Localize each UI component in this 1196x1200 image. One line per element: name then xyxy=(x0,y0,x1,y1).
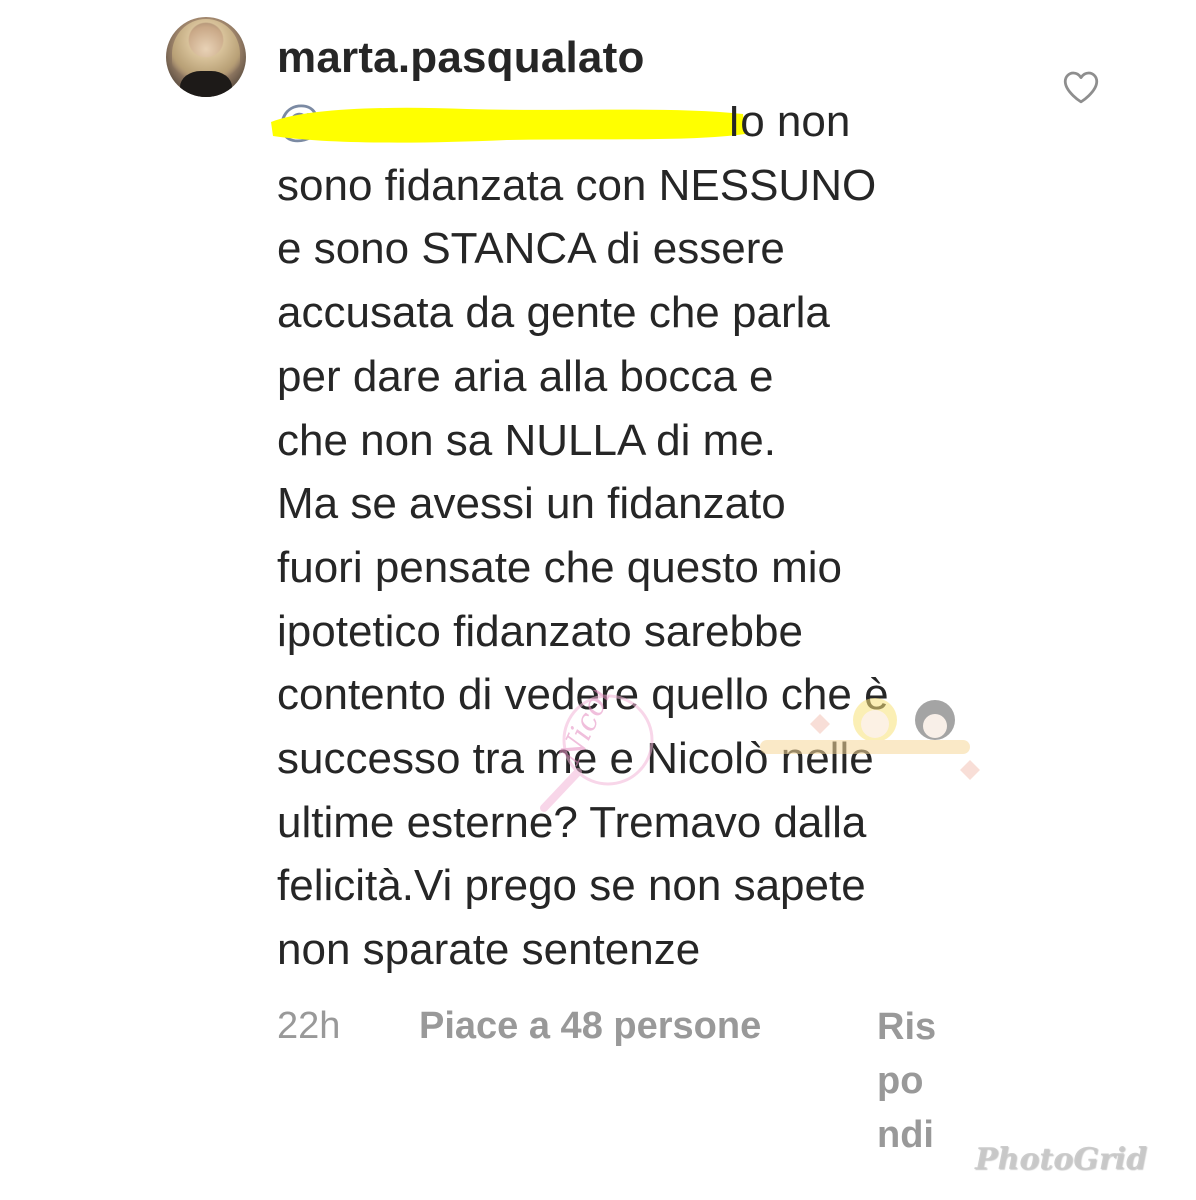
photogrid-watermark: PhotoGrid xyxy=(975,1142,1148,1177)
redaction-highlight xyxy=(271,107,745,143)
reply-label-part: po xyxy=(877,1060,924,1102)
comment-text-line: che non sa NULLA di me. xyxy=(277,415,776,465)
comment-text-line: accusata da gente che parla xyxy=(277,288,830,338)
reply-label-part: Ris xyxy=(877,1006,937,1048)
comment-text-line: non sparate sentenze xyxy=(277,925,701,975)
comment-text-line: sono fidanzata con NESSUNO xyxy=(277,160,877,210)
likes-count-link[interactable]: Piace a 48 persone xyxy=(419,1002,761,1050)
mention-row: @ Io non xyxy=(271,90,1017,154)
watermark-logo: Nicolò Kiss xyxy=(540,690,980,812)
comment-body: @ Io non sono fidanzata con NESSUNO e so… xyxy=(271,90,1017,982)
heart-outline-icon[interactable] xyxy=(1060,66,1102,108)
comment-time: 22h xyxy=(277,1005,341,1047)
comment-text-line: ipotetico fidanzato sarebbe xyxy=(277,606,803,656)
comment-text-line: Ma se avessi un fidanzato xyxy=(277,479,786,529)
comment-text-line: per dare aria alla bocca e xyxy=(277,351,774,401)
comment-text-line: Io non xyxy=(728,97,851,146)
avatar-body xyxy=(180,71,232,97)
reply-label-part: ndi xyxy=(877,1114,934,1156)
comment-text-line: felicità.Vi prego se non sapete xyxy=(277,861,866,911)
comment-text-line: e sono STANCA di essere xyxy=(277,224,785,274)
reply-button[interactable]: Ris po ndi xyxy=(877,1000,957,1162)
avatar[interactable] xyxy=(166,17,246,97)
comment-username[interactable]: marta.pasqualato xyxy=(277,30,645,86)
comment-text-line: fuori pensate che questo mio xyxy=(277,542,843,592)
watermark-script: Nicolò Kiss xyxy=(552,690,656,770)
